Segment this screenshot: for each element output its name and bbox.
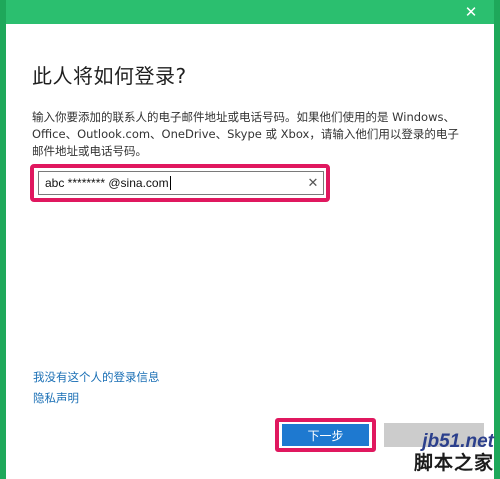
dialog-content: 此人将如何登录? 输入你要添加的联系人的电子邮件地址或电话号码。如果他们使用的是… xyxy=(32,60,472,160)
dialog-window: ✕ 此人将如何登录? 输入你要添加的联系人的电子邮件地址或电话号码。如果他们使用… xyxy=(6,0,494,479)
clear-input-icon[interactable]: ✕ xyxy=(303,172,323,194)
no-signin-info-link[interactable]: 我没有这个人的登录信息 xyxy=(33,369,160,385)
description-text: 输入你要添加的联系人的电子邮件地址或电话号码。如果他们使用的是 Windows、… xyxy=(32,110,459,158)
privacy-statement-link[interactable]: 隐私声明 xyxy=(33,390,79,406)
title-bar: ✕ xyxy=(6,0,494,24)
next-button[interactable]: 下一步 xyxy=(282,424,369,446)
email-field[interactable]: abc ******** @sina.com ✕ xyxy=(38,171,324,195)
email-field-value[interactable]: abc ******** @sina.com xyxy=(39,176,303,191)
watermark: jb51.net 脚本之家 xyxy=(382,409,500,479)
page-title: 此人将如何登录? xyxy=(32,64,187,88)
watermark-site-name: 脚本之家 xyxy=(413,452,494,474)
close-icon: ✕ xyxy=(464,3,478,21)
text-caret xyxy=(169,176,171,191)
close-button[interactable]: ✕ xyxy=(454,0,488,24)
